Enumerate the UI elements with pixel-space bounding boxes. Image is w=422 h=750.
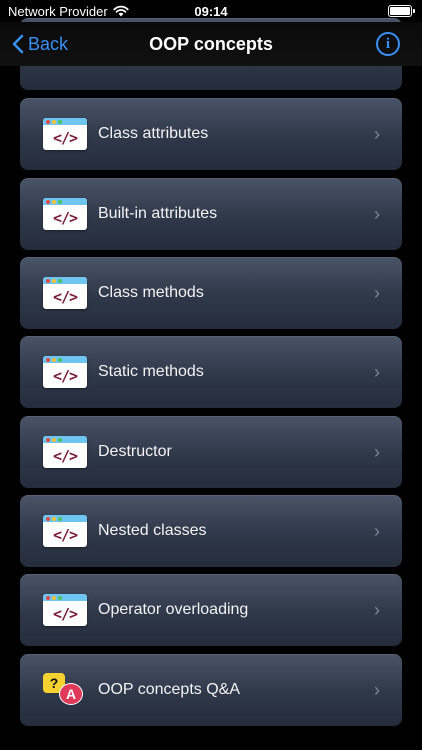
list-item-static-methods[interactable]: </> Static methods ›	[20, 336, 402, 408]
navigation-bar: Back OOP concepts i	[0, 22, 422, 66]
back-button[interactable]: Back	[12, 22, 68, 66]
chevron-right-icon: ›	[374, 679, 380, 700]
chevron-right-icon: ›	[374, 361, 380, 382]
list-item-oop-concepts-qa[interactable]: ? A OOP concepts Q&A ›	[20, 654, 402, 726]
chevron-right-icon: ›	[374, 441, 380, 462]
back-label: Back	[28, 33, 69, 54]
list-item-label: OOP concepts Q&A	[98, 681, 240, 698]
qa-icon: ? A	[43, 673, 87, 707]
chevron-right-icon: ›	[374, 123, 380, 144]
wifi-icon	[113, 5, 129, 17]
list-item-label: Class methods	[98, 284, 204, 301]
list-item-class-methods[interactable]: </> Class methods ›	[20, 257, 402, 329]
code-window-icon: </>	[43, 118, 87, 150]
list-item-built-in-attributes[interactable]: </> Built-in attributes ›	[20, 178, 402, 250]
info-icon[interactable]: i	[376, 32, 400, 56]
code-window-icon: </>	[43, 436, 87, 468]
code-window-icon: </>	[43, 356, 87, 388]
code-window-icon: </>	[43, 515, 87, 547]
chevron-right-icon: ›	[374, 282, 380, 303]
list-item-operator-overloading[interactable]: </> Operator overloading ›	[20, 574, 402, 646]
chevron-right-icon: ›	[374, 599, 380, 620]
list-item-label: Built-in attributes	[98, 205, 218, 222]
list-item-label: Destructor	[98, 443, 172, 460]
carrier-label: Network Provider	[8, 3, 108, 19]
code-window-icon: </>	[43, 594, 87, 626]
chevron-left-icon	[12, 34, 24, 54]
code-window-icon: </>	[43, 198, 87, 230]
list-item-destructor[interactable]: </> Destructor ›	[20, 416, 402, 488]
list-item-label: Nested classes	[98, 522, 207, 539]
battery-icon	[388, 5, 415, 17]
list-item-class-attributes[interactable]: </> Class attributes ›	[20, 98, 402, 170]
chevron-right-icon: ›	[374, 520, 380, 541]
list-item-nested-classes[interactable]: </> Nested classes ›	[20, 495, 402, 567]
list-item-label: Class attributes	[98, 125, 209, 142]
chevron-right-icon: ›	[374, 203, 380, 224]
code-window-icon: </>	[43, 277, 87, 309]
page-title: OOP concepts	[149, 33, 273, 54]
list-item-label: Operator overloading	[98, 601, 249, 618]
list-item-label: Static methods	[98, 363, 204, 380]
status-bar: Network Provider 09:14	[0, 0, 422, 22]
